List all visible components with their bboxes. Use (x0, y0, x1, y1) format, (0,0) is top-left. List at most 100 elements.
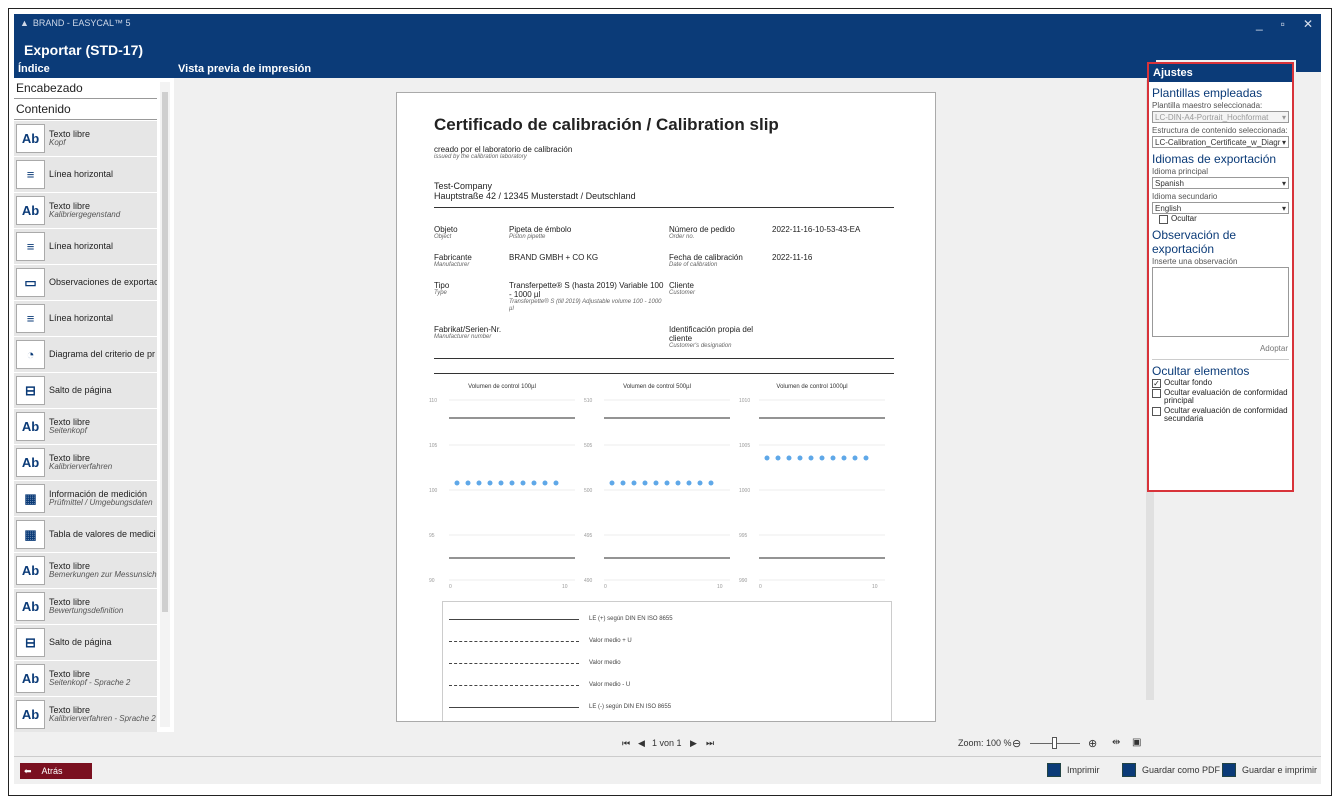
fit-page-icon[interactable]: ▣ (1132, 737, 1141, 748)
content-item[interactable]: Ab Texto libre Kalibrierverfahren (14, 445, 157, 480)
doc-divider (434, 373, 894, 374)
zoom-slider-thumb[interactable] (1052, 737, 1057, 749)
main-language-select[interactable]: Spanish (1152, 177, 1289, 189)
content-item-sub: Kopf (49, 138, 66, 148)
prev-page-button[interactable]: ◀ (638, 738, 645, 749)
last-page-button[interactable]: ⏭ (706, 738, 714, 749)
content-item-icon: Ab (16, 700, 45, 729)
content-item[interactable]: AbTexto libreBemerkungen zur Messunsiche… (14, 553, 157, 588)
legend-line (449, 706, 579, 708)
data-point (775, 455, 781, 461)
legend-line (449, 618, 579, 620)
content-item[interactable]: ≡ Línea horizontal (14, 157, 157, 192)
content-item-icon: ▦ (16, 520, 45, 549)
hide-option[interactable]: Ocultar evaluación de conformidad princi… (1149, 388, 1292, 406)
content-item-text: Texto libre Kalibrierverfahren (49, 453, 112, 472)
app-logo-icon: ▲ (20, 18, 29, 28)
window-controls: _ ▫ ✕ (1256, 17, 1313, 31)
data-point (653, 480, 659, 486)
content-item[interactable]: Ab Texto libre Seitenkopf - Sprache 2 (14, 661, 157, 696)
scroll-thumb[interactable] (162, 92, 168, 612)
data-point (863, 455, 869, 461)
x-tick-label: 10 (562, 584, 568, 590)
data-point (454, 480, 460, 486)
legend-line (449, 662, 579, 664)
content-item-sub: Kalibrierverfahren - Sprache 2 (49, 714, 156, 724)
checkbox-box[interactable] (1152, 389, 1161, 398)
observation-textarea[interactable] (1152, 267, 1289, 337)
content-item[interactable]: ⊟ Salto de página (14, 373, 157, 408)
section-content[interactable]: Contenido (14, 99, 157, 120)
window-title: Exportar (STD-17) (24, 42, 144, 58)
field-value: BRAND GMBH + CO KG (509, 253, 667, 262)
next-page-button[interactable]: ▶ (690, 738, 697, 749)
data-point (819, 455, 825, 461)
template-label: Plantilla maestro seleccionada: (1152, 101, 1263, 110)
field-value: 2022-11-16 (772, 253, 813, 262)
content-item[interactable]: ≡ Línea horizontal (14, 301, 157, 336)
restore-button[interactable]: ▫ (1281, 17, 1285, 31)
close-button[interactable]: ✕ (1303, 17, 1313, 31)
field-label-en: Customer's designation (669, 343, 732, 350)
checkbox-box[interactable] (1159, 215, 1168, 224)
content-item-icon: ≡ (16, 304, 45, 333)
content-item[interactable]: ◔ Diagrama del criterio de pr (14, 337, 157, 372)
print-button[interactable]: Imprimir (1047, 763, 1100, 777)
legend-label: Valor medio (589, 660, 621, 666)
content-item[interactable]: Ab Texto libre Kalibriergegenstand (14, 193, 157, 228)
x-tick-label: 10 (872, 584, 878, 590)
content-item[interactable]: ▭ Observaciones de exportac (14, 265, 157, 300)
hide-language-checkbox[interactable]: Ocultar (1149, 214, 1292, 224)
fit-width-icon[interactable]: ⇹ (1112, 737, 1120, 748)
field-label: Número de pedido Order no. (669, 225, 764, 241)
doc-company: Test-Company Hauptstraße 42 / 12345 Muste… (434, 181, 636, 202)
content-item[interactable]: ≡ Línea horizontal (14, 229, 157, 264)
content-item[interactable]: Ab Texto libre Kalibrierverfahren - Sprach… (14, 697, 157, 732)
y-tick-label: 995 (739, 533, 748, 539)
structure-label: Estructura de contenido seleccionada: (1152, 126, 1288, 135)
content-item[interactable]: Ab Texto libre Bewertungsdefinition (14, 589, 157, 624)
content-item-label: Diagrama del criterio de pr (49, 348, 156, 359)
save-pdf-button[interactable]: Guardar como PDF (1122, 763, 1220, 777)
y-tick-label: 990 (739, 578, 748, 584)
hide-option[interactable]: ✓ Ocultar fondo (1149, 378, 1292, 388)
field-label-text: Tipo (434, 281, 450, 290)
content-item[interactable]: ▦ Tabla de valores de medici (14, 517, 157, 552)
adopt-button[interactable]: Adoptar (1149, 338, 1292, 355)
zoom-in-icon[interactable]: ⊕ (1088, 737, 1097, 750)
data-point (764, 455, 770, 461)
index-scrollbar[interactable] (160, 82, 170, 727)
zoom-out-icon[interactable]: ⊖ (1012, 737, 1021, 750)
checkbox-box[interactable]: ✓ (1152, 379, 1161, 388)
minimize-button[interactable]: _ (1256, 17, 1263, 31)
field-label: Cliente Customer (669, 281, 764, 297)
content-item[interactable]: ⊟ Salto de página (14, 625, 157, 660)
legend-line (449, 640, 579, 642)
section-header[interactable]: Encabezado (14, 78, 157, 99)
content-item-sub: Kalibriergegenstand (49, 210, 121, 220)
save-print-button[interactable]: Guardar e imprimir (1222, 763, 1317, 777)
field-label-text: Fecha de calibración (669, 253, 743, 262)
back-button[interactable]: ⬅ Atrás (20, 763, 92, 779)
field-value: Pipeta de émbolo Piston pipette (509, 225, 667, 241)
document-page: Certificado de calibración / Calibration… (396, 92, 936, 722)
second-language-select[interactable]: English (1152, 202, 1289, 214)
settings-header: Ajustes (1149, 64, 1292, 82)
structure-select[interactable]: LC-Calibration_Certificate_w_Diagr (1152, 136, 1289, 148)
x-tick-label: 0 (604, 584, 607, 590)
template-select[interactable]: LC-DIN-A4-Portrait_Hochformat (1152, 111, 1289, 123)
save-pdf-label: Guardar como PDF (1142, 765, 1221, 775)
checkbox-box[interactable] (1152, 406, 1161, 416)
y-tick-label: 95 (429, 533, 435, 539)
content-item-icon: ◔ (16, 340, 45, 369)
x-tick-label: 10 (717, 584, 723, 590)
zoom-label: Zoom: 100 % (958, 738, 1012, 748)
first-page-button[interactable]: ⏮ (622, 738, 630, 749)
chart-title: Volumen de control 100µl (468, 384, 536, 390)
content-item-text: Observaciones de exportac (49, 277, 157, 287)
content-item[interactable]: Ab Texto libre Seitenkopf (14, 409, 157, 444)
hide-option[interactable]: Ocultar evaluación de conformidad secund… (1149, 406, 1292, 424)
content-item[interactable]: Ab Texto libre Kopf (14, 121, 157, 156)
hide-option-label: Ocultar evaluación de conformidad princi… (1164, 388, 1288, 406)
content-item[interactable]: ▦ Información de medición Prüfmittel / Umg… (14, 481, 157, 516)
